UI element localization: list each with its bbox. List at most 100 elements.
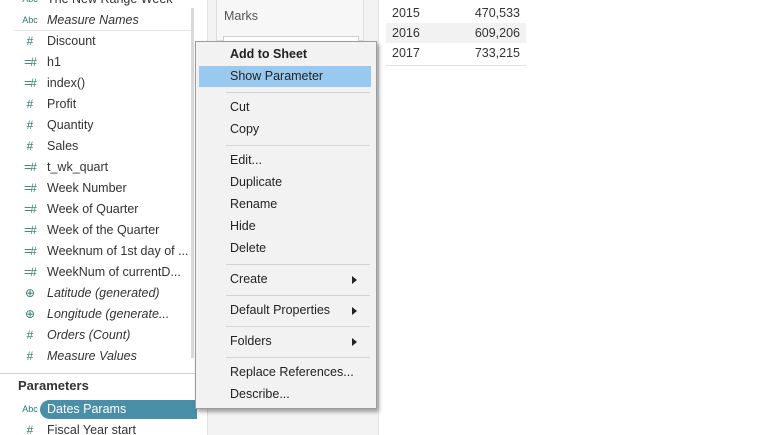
field-item[interactable]: Abc The New Range Week (0, 0, 197, 10)
field-label: Measure Names (47, 13, 139, 27)
field-label: Weeknum of 1st day of ... (47, 244, 189, 258)
calculated-number-icon: =# (24, 160, 37, 174)
menu-item-replace-references[interactable]: Replace References... (199, 362, 371, 383)
menu-separator (226, 357, 370, 358)
string-type-icon: Abc (22, 15, 38, 25)
menu-item-hide[interactable]: Hide (199, 216, 371, 237)
menu-separator (226, 145, 370, 146)
globe-icon: ⊕ (24, 307, 36, 321)
field-label: Week Number (47, 181, 127, 195)
number-type-icon: # (26, 139, 34, 153)
field-item[interactable]: =# Week Number (0, 178, 197, 199)
menu-separator (226, 295, 370, 296)
number-type-icon: # (26, 328, 34, 342)
parameter-item-dates-params[interactable]: Abc Dates Params (0, 399, 197, 420)
calculated-number-icon: =# (24, 265, 37, 279)
field-label: WeekNum of currentD... (47, 265, 181, 279)
calculated-number-icon: =# (24, 223, 37, 237)
year-cell: 2016 (386, 23, 448, 43)
field-label: Orders (Count) (47, 328, 131, 342)
value-cell: 609,206 (448, 23, 526, 43)
field-item[interactable]: # Sales (0, 136, 197, 157)
menu-item-delete[interactable]: Delete (199, 238, 371, 259)
year-cell: 2015 (392, 6, 420, 20)
field-item[interactable]: # Measure Values (0, 346, 197, 367)
field-label: Discount (47, 34, 96, 48)
table-row: 2017 733,215 (386, 43, 526, 63)
field-item[interactable]: =# Weeknum of 1st day of ... (0, 241, 197, 262)
menu-item-rename[interactable]: Rename (199, 194, 371, 215)
field-label: Sales (47, 139, 79, 153)
menu-item-show-parameter[interactable]: Show Parameter (199, 66, 371, 87)
globe-icon: ⊕ (24, 286, 36, 300)
field-item[interactable]: # Discount (0, 31, 197, 52)
menu-separator (226, 326, 370, 327)
menu-item-add-to-sheet[interactable]: Add to Sheet (199, 44, 371, 65)
table-row: 2016 609,206 (386, 23, 526, 43)
menu-item-folders[interactable]: Folders (199, 331, 371, 352)
submenu-arrow-icon (352, 276, 357, 284)
field-list: Abc The New Range Week Abc Measure Names… (0, 0, 197, 367)
menu-item-edit[interactable]: Edit... (199, 150, 371, 171)
parameter-label: Fiscal Year start (47, 423, 136, 435)
field-label: h1 (47, 55, 61, 69)
number-type-icon: # (26, 97, 34, 111)
field-item[interactable]: # Profit (0, 94, 197, 115)
year-cell: 2017 (392, 46, 420, 60)
field-item[interactable]: ⊕ Longitude (generate... (0, 304, 197, 325)
table-row: 2015 470,533 (386, 3, 526, 23)
calculated-number-icon: =# (24, 202, 37, 216)
field-item[interactable]: Abc Measure Names (0, 10, 197, 31)
calculated-number-icon: =# (24, 244, 37, 258)
calculated-number-icon: =# (24, 76, 37, 90)
field-label: Measure Values (47, 349, 137, 363)
menu-item-copy[interactable]: Copy (199, 119, 371, 140)
divider (386, 65, 526, 66)
field-label: The New Range Week (47, 0, 173, 10)
parameter-item-fiscal-year-start[interactable]: # Fiscal Year start (0, 420, 197, 435)
divider (0, 373, 197, 374)
field-item[interactable]: ⊕ Latitude (generated) (0, 283, 197, 304)
parameter-label: Dates Params (47, 402, 127, 416)
menu-item-describe[interactable]: Describe... (199, 384, 371, 405)
string-type-icon: Abc (18, 0, 42, 10)
data-table: 2015 470,533 2016 609,206 2017 733,215 (386, 3, 526, 63)
string-type-icon: Abc (22, 404, 38, 414)
number-type-icon: # (26, 34, 34, 48)
field-item[interactable]: =# Week of Quarter (0, 199, 197, 220)
field-label: Profit (47, 97, 77, 111)
menu-separator (226, 264, 370, 265)
submenu-arrow-icon (352, 307, 357, 315)
value-cell: 470,533 (474, 6, 520, 20)
scrollbar[interactable] (191, 8, 194, 358)
field-label: Quantity (47, 118, 94, 132)
menu-item-default-properties[interactable]: Default Properties (199, 300, 371, 321)
number-type-icon: # (26, 423, 34, 435)
parameters-heading: Parameters (18, 378, 89, 393)
field-item[interactable]: =# t_wk_quart (0, 157, 197, 178)
data-pane: Abc The New Range Week Abc Measure Names… (0, 0, 197, 435)
field-item[interactable]: =# Week of the Quarter (0, 220, 197, 241)
calculated-number-icon: =# (24, 55, 37, 69)
field-label: Week of the Quarter (47, 223, 160, 237)
divider (14, 30, 194, 31)
number-type-icon: # (26, 118, 34, 132)
value-cell: 733,215 (474, 46, 520, 60)
field-item[interactable]: =# WeekNum of currentD... (0, 262, 197, 283)
submenu-arrow-icon (352, 338, 357, 346)
field-item[interactable]: =# h1 (0, 52, 197, 73)
calculated-number-icon: =# (24, 181, 37, 195)
menu-separator (226, 92, 370, 93)
field-label: Latitude (generated) (47, 286, 160, 300)
field-label: t_wk_quart (47, 160, 109, 174)
field-item[interactable]: # Orders (Count) (0, 325, 197, 346)
menu-item-create[interactable]: Create (199, 269, 371, 290)
field-label: Longitude (generate... (47, 307, 170, 321)
marks-card: Marks (216, 0, 364, 52)
field-item[interactable]: =# index() (0, 73, 197, 94)
context-menu: Add to Sheet Show Parameter Cut Copy Edi… (195, 41, 377, 409)
menu-item-cut[interactable]: Cut (199, 97, 371, 118)
marks-title: Marks (224, 9, 259, 23)
menu-item-duplicate[interactable]: Duplicate (199, 172, 371, 193)
field-item[interactable]: # Quantity (0, 115, 197, 136)
